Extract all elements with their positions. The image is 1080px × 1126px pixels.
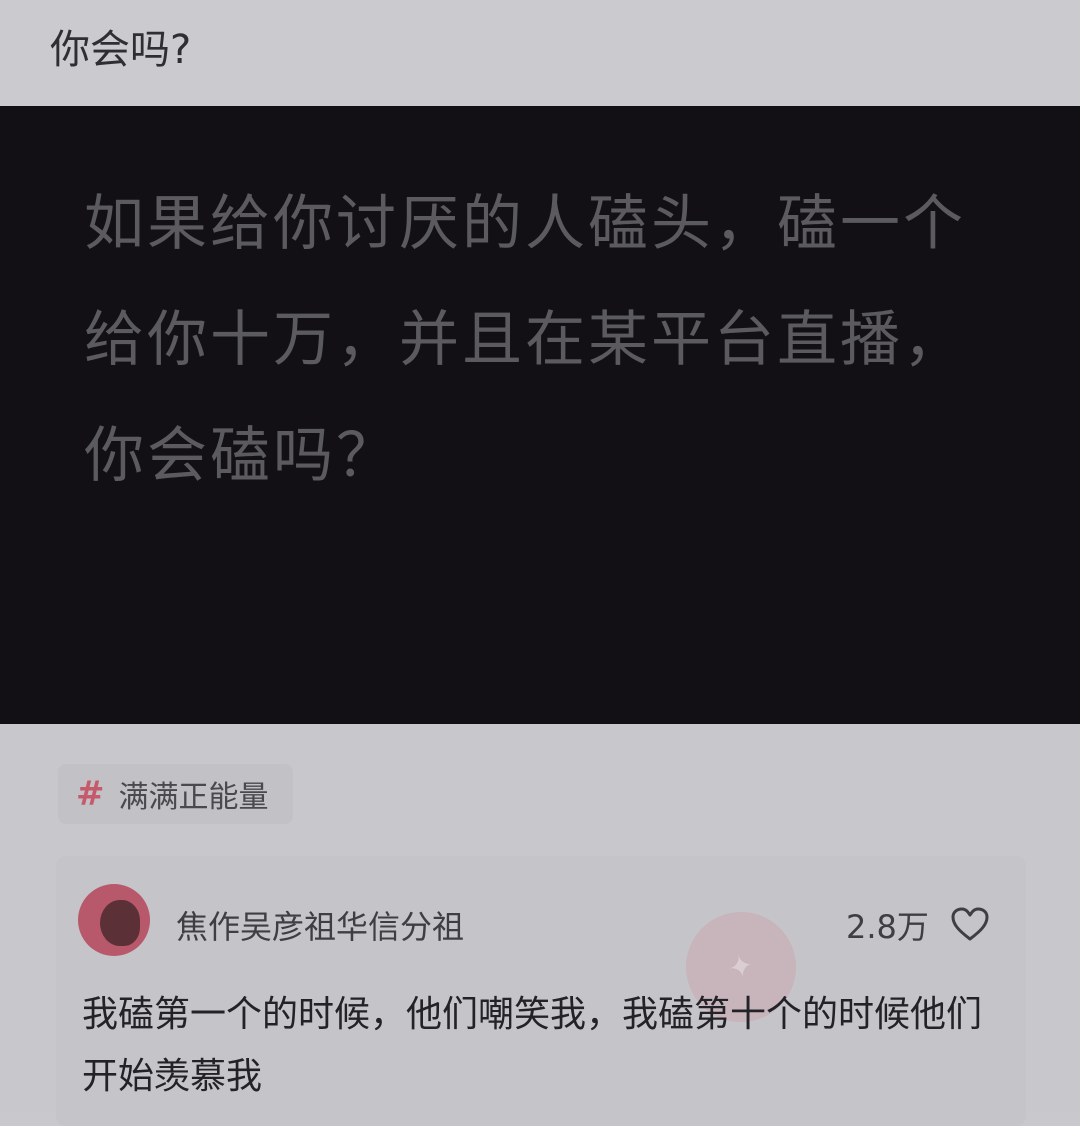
header-bar: 你会吗? xyxy=(0,0,1080,106)
comment-text: 我磕第一个的时候，他们嘲笑我，我磕第十个的时候他们开始羡慕我 xyxy=(82,994,983,1097)
avatar[interactable] xyxy=(78,884,150,956)
like-count: 2.8万 xyxy=(846,908,929,946)
post-footer: # 满满正能量 焦作吴彦祖华信分祖 ✦ 2.8万 我磕第一个的时候，他们嘲笑我，… xyxy=(0,724,1080,1126)
page-title: 你会吗? xyxy=(50,27,192,73)
comment-username[interactable]: 焦作吴彦祖华信分祖 xyxy=(176,902,464,948)
heart-icon[interactable] xyxy=(948,904,992,944)
topic-tag-label: 满满正能量 xyxy=(118,780,269,815)
hashtag-icon: # xyxy=(76,774,105,814)
post-question-text: 如果给你讨厌的人磕头，磕一个给你十万，并且在某平台直播，你会磕吗？ xyxy=(84,189,966,491)
avatar-figure xyxy=(100,900,140,946)
top-comment[interactable]: 焦作吴彦祖华信分祖 ✦ 2.8万 我磕第一个的时候，他们嘲笑我，我磕第十个的时候… xyxy=(56,856,1026,1126)
topic-tag[interactable]: # 满满正能量 xyxy=(58,764,293,824)
post-image-card[interactable]: 如果给你讨厌的人磕头，磕一个给你十万，并且在某平台直播，你会磕吗？ xyxy=(0,106,1080,724)
